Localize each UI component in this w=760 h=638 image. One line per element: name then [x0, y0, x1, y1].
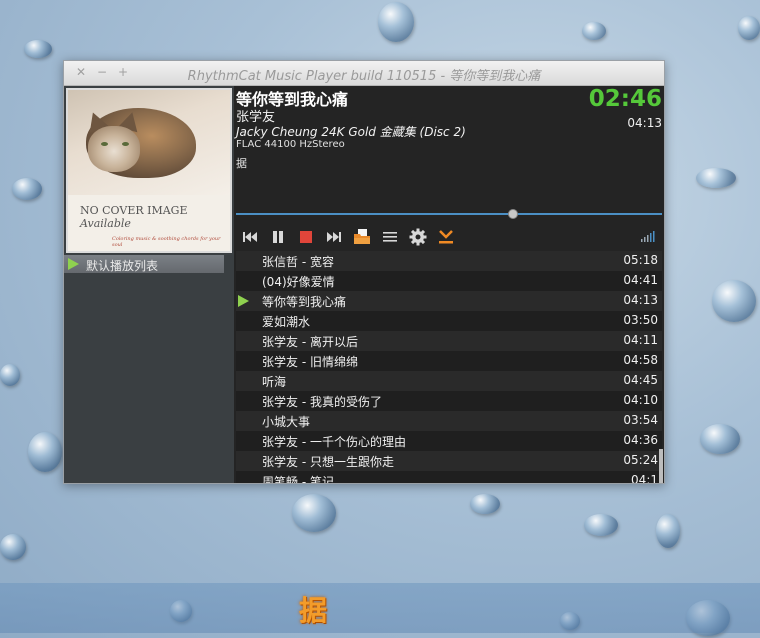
seek-handle[interactable] [507, 209, 518, 219]
water-drop [378, 2, 414, 42]
playlist-menu-icon[interactable] [380, 227, 400, 247]
track-duration: 04:1 [631, 473, 658, 483]
open-folder-icon[interactable] [352, 227, 372, 247]
track-row[interactable]: 爱如潮水 03:50 [236, 311, 662, 331]
playlist-item-default[interactable]: 默认播放列表 [64, 255, 224, 273]
cat-eye [122, 142, 129, 146]
track-name: 张学友 - 离开以后 [262, 335, 358, 349]
water-drop [712, 280, 756, 322]
total-duration: 04:13 [627, 116, 662, 130]
playlist-label: 默认播放列表 [86, 259, 159, 273]
next-icon[interactable] [324, 227, 344, 247]
track-name: 小城大事 [262, 415, 311, 429]
desktop-lyric-text: 据 [299, 594, 328, 627]
track-row[interactable]: 听海 04:45 [236, 371, 662, 391]
cat-eye [101, 142, 108, 146]
water-drop [28, 432, 62, 472]
track-name: 张学友 - 我真的受伤了 [262, 395, 382, 409]
sidebar: NO COVER IMAGE Available Coloring music … [64, 86, 234, 483]
track-name: 张学友 - 旧情绵绵 [262, 355, 358, 369]
track-duration: 05:18 [623, 253, 658, 267]
title-bar[interactable]: ✕ − + RhythmCat Music Player build 11051… [64, 61, 664, 86]
water-drop [292, 494, 336, 532]
track-row[interactable]: 周笔畅 - 笔记 04:1 [236, 471, 662, 483]
track-duration: 03:54 [623, 413, 658, 427]
track-list[interactable]: 张信哲 - 宽容 05:18 (04)好像爱情 04:41 等你等到我心痛 04:13 爱如… [236, 251, 662, 483]
water-drop [0, 534, 26, 560]
water-drop [470, 494, 500, 514]
track-name: 张学友 - 只想一生跟你走 [262, 455, 394, 469]
track-row[interactable]: (04)好像爱情 04:41 [236, 271, 662, 291]
track-row[interactable]: 小城大事 03:54 [236, 411, 662, 431]
track-duration: 04:41 [623, 273, 658, 287]
track-row[interactable]: 张学友 - 只想一生跟你走 05:24 [236, 451, 662, 471]
track-name: 听海 [262, 375, 287, 389]
track-duration: 04:58 [623, 353, 658, 367]
track-row[interactable]: 等你等到我心痛 04:13 [236, 291, 662, 311]
water-drop [0, 364, 20, 386]
volume-icon[interactable] [640, 229, 656, 245]
audio-format: FLAC 44100 HzStereo [236, 139, 345, 150]
cover-placeholder-line1: NO COVER IMAGE [80, 204, 188, 217]
settings-icon[interactable] [408, 227, 428, 247]
track-name: 爱如潮水 [262, 315, 311, 329]
track-duration: 04:11 [623, 333, 658, 347]
control-toolbar [236, 227, 662, 247]
now-playing-icon [238, 295, 249, 307]
track-row[interactable]: 张学友 - 我真的受伤了 04:10 [236, 391, 662, 411]
track-name: 张学友 - 一千个伤心的理由 [262, 435, 406, 449]
water-drop [12, 178, 42, 200]
now-playing-info: 等你等到我心痛 张学友 Jacky Cheung 24K Gold 金藏集 (D… [234, 86, 664, 206]
track-duration: 04:13 [623, 293, 658, 307]
track-row[interactable]: 张学友 - 旧情绵绵 04:58 [236, 351, 662, 371]
download-icon[interactable] [436, 227, 456, 247]
cat-face [88, 126, 140, 172]
album-cover: NO COVER IMAGE Available Coloring music … [66, 88, 232, 253]
cover-placeholder-line3: Coloring music & soothing chords for you… [112, 236, 221, 248]
play-arrow-icon [68, 258, 79, 270]
cover-photo [68, 90, 230, 195]
water-drop [584, 514, 618, 536]
track-name: 等你等到我心痛 [262, 295, 347, 309]
water-drop [656, 514, 680, 548]
desktop-lyric-bar [0, 583, 760, 633]
water-drop [700, 424, 740, 454]
cover-placeholder-line2: Available [80, 217, 131, 230]
water-drop [696, 168, 736, 188]
window-title: RhythmCat Music Player build 110515 - 等你… [187, 69, 541, 84]
stop-icon[interactable] [296, 227, 316, 247]
track-duration: 03:50 [623, 313, 658, 327]
track-duration: 04:10 [623, 393, 658, 407]
track-duration: 04:45 [623, 373, 658, 387]
track-row[interactable]: 张学友 - 离开以后 04:11 [236, 331, 662, 351]
pause-icon[interactable] [268, 227, 288, 247]
water-drop [738, 16, 760, 40]
player-window: ✕ − + RhythmCat Music Player build 11051… [63, 60, 665, 484]
track-name: 周笔畅 - 笔记 [262, 475, 334, 483]
track-name: (04)好像爱情 [262, 275, 335, 289]
elapsed-time: 02:46 [588, 86, 662, 112]
track-row[interactable]: 张信哲 - 宽容 05:18 [236, 251, 662, 271]
scrollbar[interactable] [659, 449, 663, 483]
water-drop [24, 40, 52, 58]
track-row[interactable]: 张学友 - 一千个伤心的理由 04:36 [236, 431, 662, 451]
album-name: Jacky Cheung 24K Gold 金藏集 (Disc 2) [236, 125, 466, 139]
track-duration: 04:36 [623, 433, 658, 447]
track-name: 张信哲 - 宽容 [262, 255, 334, 269]
lyric-line: 据 [236, 157, 247, 170]
seek-bar[interactable] [236, 209, 662, 219]
water-drop [582, 22, 606, 40]
previous-icon[interactable] [240, 227, 260, 247]
track-duration: 05:24 [623, 453, 658, 467]
